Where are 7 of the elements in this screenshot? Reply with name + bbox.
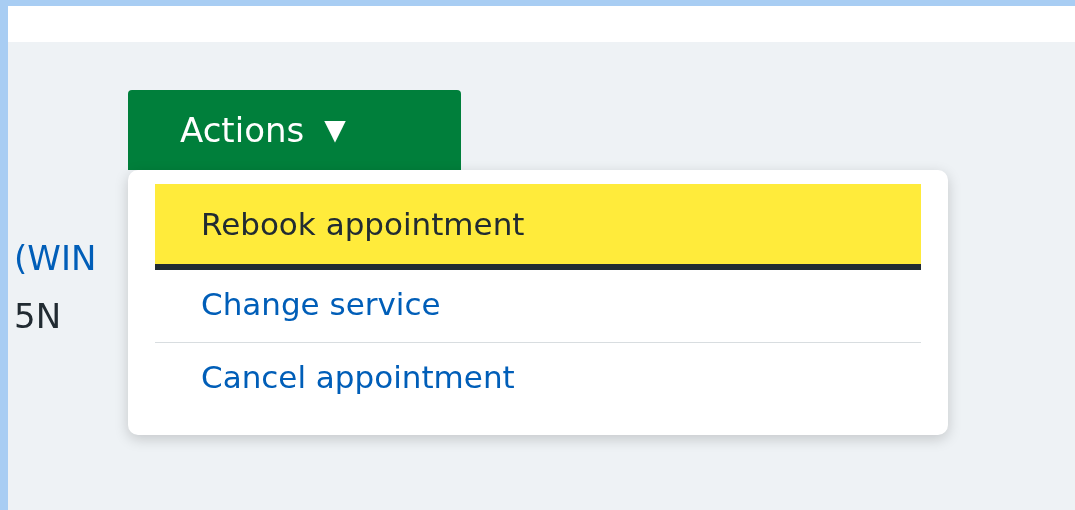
caret-icon: ▼	[324, 116, 346, 144]
menu-item[interactable]: Change service	[155, 270, 921, 342]
link[interactable]: (WIN	[14, 238, 97, 278]
menu-item[interactable]: Rebook appointment	[155, 184, 921, 270]
text: 5N	[14, 296, 62, 336]
menu-item[interactable]: Cancel appointment	[155, 343, 921, 415]
actions-button[interactable]: Actions ▼	[128, 90, 461, 170]
